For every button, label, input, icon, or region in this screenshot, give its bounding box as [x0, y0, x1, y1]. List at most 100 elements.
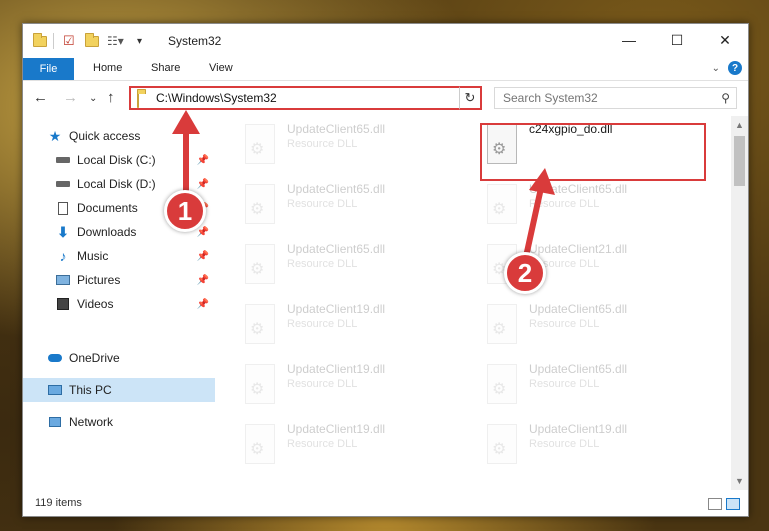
- pin-icon[interactable]: 📌: [197, 299, 209, 310]
- title-bar: ☑ ☷▾ ▾ System32 — ☐ ✕: [23, 24, 748, 58]
- file-item[interactable]: ⚙ UpdateClient19.dll Resource DLL: [239, 418, 469, 474]
- scroll-down-icon[interactable]: ▼: [735, 476, 744, 486]
- search-input[interactable]: [501, 90, 705, 106]
- network-icon: [47, 415, 63, 429]
- pin-icon[interactable]: 📌: [197, 179, 209, 190]
- item-count: 119 items: [35, 497, 82, 509]
- pin-icon[interactable]: 📌: [197, 251, 209, 262]
- dll-file-icon: ⚙: [245, 124, 275, 164]
- divider: [53, 33, 54, 49]
- dll-file-icon: ⚙: [245, 244, 275, 284]
- sidebar-item-label: Documents: [77, 201, 138, 215]
- sidebar-item-network[interactable]: Network: [23, 410, 215, 434]
- properties-icon[interactable]: ☑: [63, 33, 75, 49]
- sidebar-item-music[interactable]: ♪ Music 📌: [23, 244, 215, 268]
- sidebar-item-label: Downloads: [77, 225, 137, 239]
- help-icon[interactable]: ?: [728, 61, 742, 75]
- customize-quick-access-icon[interactable]: ☷▾: [107, 33, 124, 49]
- file-name: UpdateClient65.dll: [529, 362, 628, 376]
- file-name: UpdateClient19.dll: [287, 302, 386, 316]
- scrollbar-thumb[interactable]: [734, 136, 745, 186]
- navigation-pane: ★ Quick access Local Disk (C:) 📌 Local D…: [23, 116, 215, 490]
- back-arrow-icon[interactable]: ←: [33, 89, 48, 106]
- sidebar-item-label: Local Disk (C:): [77, 153, 156, 167]
- sidebar-item-local-disk-c[interactable]: Local Disk (C:) 📌: [23, 148, 215, 172]
- file-name: UpdateClient21.dll: [529, 242, 628, 256]
- pin-icon[interactable]: 📌: [197, 227, 209, 238]
- address-bar[interactable]: C:\Windows\System32 ⌄: [129, 86, 481, 110]
- scroll-up-icon[interactable]: ▲: [735, 120, 744, 130]
- sidebar-item-label: Music: [77, 249, 109, 263]
- details-view-icon[interactable]: [708, 498, 722, 510]
- dll-file-icon: ⚙: [245, 364, 275, 404]
- file-name: UpdateClient65.dll: [529, 302, 628, 316]
- forward-arrow-icon[interactable]: →: [63, 89, 78, 106]
- folder-icon[interactable]: [33, 32, 47, 49]
- sidebar-item-onedrive[interactable]: OneDrive: [23, 346, 215, 370]
- recent-locations-chevron-icon[interactable]: ⌄: [89, 93, 97, 104]
- step-marker-1: 1: [164, 190, 206, 232]
- sidebar-item-label: Pictures: [77, 273, 121, 287]
- refresh-button[interactable]: ↻: [459, 86, 482, 110]
- close-button[interactable]: ✕: [702, 24, 748, 56]
- sidebar-item-this-pc[interactable]: This PC: [23, 378, 215, 402]
- file-list: ⚙ UpdateClient65.dll Resource DLL ⚙ c24x…: [219, 116, 731, 490]
- pin-icon[interactable]: 📌: [197, 275, 209, 286]
- documents-icon: [55, 201, 71, 215]
- up-arrow-icon[interactable]: ↑: [107, 89, 115, 106]
- tab-home[interactable]: Home: [93, 62, 122, 74]
- dll-file-icon: ⚙: [245, 304, 275, 344]
- tab-view[interactable]: View: [209, 62, 233, 74]
- chevron-down-icon[interactable]: ▾: [137, 33, 142, 49]
- file-item[interactable]: ⚙ UpdateClient19.dll Resource DLL: [239, 358, 469, 414]
- file-name: UpdateClient65.dll: [287, 242, 386, 256]
- sidebar-item-quick-access[interactable]: ★ Quick access: [23, 124, 215, 148]
- pin-icon[interactable]: 📌: [197, 155, 209, 166]
- large-icons-view-icon[interactable]: [726, 498, 740, 510]
- sidebar-item-videos[interactable]: Videos 📌: [23, 292, 215, 316]
- videos-icon: [55, 297, 71, 311]
- dll-file-icon: ⚙: [245, 424, 275, 464]
- sidebar-item-label: Network: [69, 415, 114, 429]
- search-icon[interactable]: ⚲: [721, 91, 730, 105]
- new-folder-icon[interactable]: [85, 32, 99, 49]
- file-type: Resource DLL: [287, 258, 358, 270]
- dll-file-icon: ⚙: [487, 304, 517, 344]
- file-item[interactable]: ⚙ UpdateClient65.dll Resource DLL: [481, 178, 711, 234]
- address-path[interactable]: C:\Windows\System32: [156, 91, 277, 105]
- file-type: Resource DLL: [287, 138, 358, 150]
- file-type: Resource DLL: [287, 438, 358, 450]
- file-item[interactable]: ⚙ UpdateClient65.dll Resource DLL: [239, 118, 469, 174]
- drive-icon: [55, 177, 71, 191]
- file-item[interactable]: ⚙ UpdateClient65.dll Resource DLL: [239, 178, 469, 234]
- ribbon-tabs: File Home Share View ⌄ ?: [23, 58, 748, 81]
- explorer-window: ☑ ☷▾ ▾ System32 — ☐ ✕ File Home Share Vi…: [22, 23, 749, 517]
- navigation-bar: ← → ⌄ ↑ C:\Windows\System32 ⌄ ↻ ⚲: [23, 81, 748, 115]
- file-name: UpdateClient19.dll: [529, 422, 628, 436]
- file-item[interactable]: ⚙ UpdateClient19.dll Resource DLL: [481, 418, 711, 474]
- tab-share[interactable]: Share: [151, 62, 180, 74]
- file-name: UpdateClient19.dll: [287, 362, 386, 376]
- star-icon: ★: [48, 127, 62, 144]
- target-file-highlight: [480, 123, 706, 181]
- expand-ribbon-icon[interactable]: ⌄: [712, 63, 720, 74]
- file-item[interactable]: ⚙ UpdateClient65.dll Resource DLL: [239, 238, 469, 294]
- maximize-button[interactable]: ☐: [654, 24, 700, 56]
- sidebar-item-pictures[interactable]: Pictures 📌: [23, 268, 215, 292]
- sidebar-item-label: This PC: [69, 383, 112, 397]
- dll-file-icon: ⚙: [487, 364, 517, 404]
- file-item[interactable]: ⚙ UpdateClient65.dll Resource DLL: [481, 298, 711, 354]
- window-title: System32: [168, 34, 222, 48]
- pictures-icon: [55, 273, 71, 287]
- search-box[interactable]: ⚲: [494, 87, 737, 109]
- file-item[interactable]: ⚙ UpdateClient19.dll Resource DLL: [239, 298, 469, 354]
- vertical-scrollbar[interactable]: ▲ ▼: [731, 116, 748, 490]
- tab-file[interactable]: File: [23, 58, 74, 80]
- file-name: UpdateClient65.dll: [287, 122, 386, 136]
- file-item[interactable]: ⚙ UpdateClient65.dll Resource DLL: [481, 358, 711, 414]
- ribbon-controls: ⌄ ?: [712, 61, 742, 75]
- file-type: Resource DLL: [529, 378, 600, 390]
- file-name: UpdateClient19.dll: [287, 422, 386, 436]
- sidebar-item-label: Videos: [77, 297, 114, 311]
- minimize-button[interactable]: —: [606, 24, 652, 56]
